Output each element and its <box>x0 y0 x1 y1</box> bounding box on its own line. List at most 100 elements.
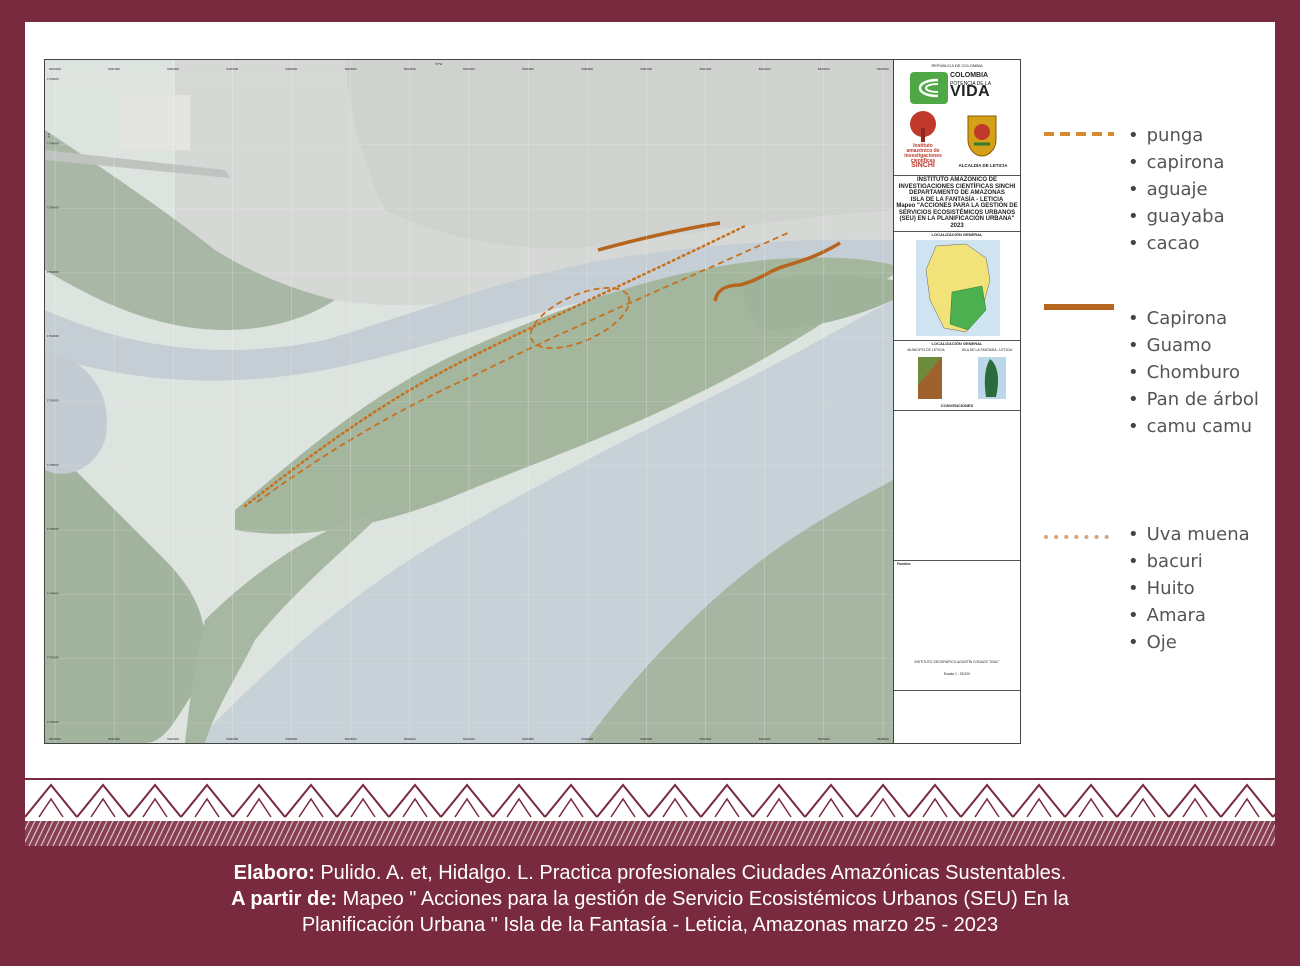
localizacion-general-label: LOCALIZACIÓN GENERAL <box>931 232 983 237</box>
caption: Elaboro: Pulido. A. et, Hidalgo. L. Prac… <box>0 860 1300 938</box>
legend-item: • Uva muena <box>1128 524 1250 545</box>
zigzag-peak <box>25 783 78 818</box>
airport-building <box>120 95 190 150</box>
sources-block: Fuentes: INSTITUTO GEOGRÁFICO AGUSTÍN CO… <box>894 560 1020 691</box>
zigzag-inner-peak <box>714 797 740 818</box>
legend-item: • Capirona <box>1128 308 1228 329</box>
alcaldia-text: ALCALDÍA DE LETICIA <box>958 163 1008 168</box>
sinchi-tree-logo-icon <box>910 111 936 142</box>
zigzag-peak <box>960 783 1014 818</box>
title-line: (SEU) EN LA PLANIFICACIÓN URBANA" <box>899 216 1015 222</box>
zigzag-peak <box>908 783 962 818</box>
instituto-logo-text: Instituto amazónico de investigaciones c… <box>904 143 942 164</box>
zigzag-inner-peak <box>610 797 636 818</box>
zigzag-inner-peak <box>1182 797 1208 818</box>
zigzag-peak <box>596 783 650 818</box>
zigzag-inner-peak <box>974 797 1000 818</box>
map-frame[interactable]: 5320000532000053220005322000532400053240… <box>44 59 894 744</box>
zigzag-peak <box>76 783 130 818</box>
zigzag-peak <box>492 783 546 818</box>
municipio-label: MUNICIPIO DE LETICIA <box>907 348 945 352</box>
sinchi-text: SINCHI <box>911 162 935 169</box>
y-coordinate-label: 1752000 <box>47 334 59 338</box>
local-location-block: LOCALIZACIÓN GENERAL MUNICIPIO DE LETICI… <box>894 340 1020 411</box>
zigzag-inner-peak <box>766 797 792 818</box>
zigzag-inner-peak <box>194 797 220 818</box>
zigzag-inner-peak <box>558 797 584 818</box>
legend-item: • guayaba <box>1128 206 1225 227</box>
zigzag-inner-peak <box>1234 797 1260 818</box>
colombia-potencia-logo-icon <box>910 72 948 104</box>
convenciones-label: CONVENCIONES <box>940 403 974 408</box>
y-coordinate-label: 1754000 <box>47 270 59 274</box>
satellite-map[interactable]: 5320000532000053220005322000532400053240… <box>45 60 893 743</box>
legend-item: • aguaje <box>1128 179 1208 200</box>
zigzag-inner-peak <box>922 797 948 818</box>
zigzag-border <box>25 783 1275 818</box>
zigzag-peak <box>1220 783 1274 818</box>
localizacion-general-2-label: LOCALIZACIÓN GENERAL <box>931 341 983 346</box>
legend-solid-line <box>1044 304 1114 310</box>
legend-item: • Guamo <box>1128 335 1212 356</box>
legend-item: • cacao <box>1128 233 1200 254</box>
y-coordinate-label: 1746000 <box>47 527 59 531</box>
zigzag-inner-peak <box>506 797 532 818</box>
y-coordinate-label: 1744000 <box>47 591 59 595</box>
zigzag-inner-peak <box>818 797 844 818</box>
zigzag-peak <box>1064 783 1118 818</box>
legend-item: • Pan de árbol <box>1128 389 1259 410</box>
caption-line-3: Planificación Urbana " Isla de la Fantas… <box>301 914 999 936</box>
leticia-coat-of-arms-icon <box>967 115 997 157</box>
zigzag-inner-peak <box>870 797 896 818</box>
y-coordinate-label: 1758000 <box>47 141 59 145</box>
zigzag-inner-peak <box>38 797 64 818</box>
zigzag-inner-peak <box>454 797 480 818</box>
legend-item: • bacuri <box>1128 551 1203 572</box>
legend-item: • Amara <box>1128 605 1206 626</box>
caption-line-2: A partir de: Mapeo " Acciones para la ge… <box>231 888 1069 910</box>
zigzag-inner-peak <box>142 797 168 818</box>
zigzag-peak <box>336 783 390 818</box>
title-line: Mapeo "ACCIONES PARA LA GESTIÓN DE <box>896 203 1018 209</box>
municipio-map <box>918 357 942 399</box>
legend-item: • Chomburo <box>1128 362 1240 383</box>
legend-item: • Huito <box>1128 578 1195 599</box>
republic-label: REPÚBLICA DE COLOMBIA <box>931 63 983 68</box>
y-coordinate-label: 1750000 <box>47 399 59 403</box>
zigzag-peak <box>128 783 182 818</box>
zigzag-inner-peak <box>90 797 116 818</box>
zigzag-inner-peak <box>1130 797 1156 818</box>
escala-label: Escala 1 : 25.000 <box>943 672 971 676</box>
legend-item: • punga <box>1128 125 1204 146</box>
legend-dotted-line <box>1044 535 1114 539</box>
zigzag-peak <box>752 783 806 818</box>
isla-label: ISLA DE LA FANTASÍA - LETICIA <box>961 348 1013 352</box>
zigzag-inner-peak <box>246 797 272 818</box>
zigzag-peak <box>284 783 338 818</box>
zigzag-peak <box>1272 812 1275 818</box>
zigzag-peak <box>1116 783 1170 818</box>
credits-block <box>894 690 1020 743</box>
zigzag-peak <box>440 783 494 818</box>
zigzag-inner-peak <box>298 797 324 818</box>
legend-item: • Oje <box>1128 632 1177 653</box>
y-coordinate-label: 1748000 <box>47 463 59 467</box>
zigzag-inner-peak <box>1078 797 1104 818</box>
zigzag-peak <box>232 783 286 818</box>
title-line: DEPARTAMENTO DE AMAZONAS <box>909 190 1005 196</box>
colombia-location-map <box>916 240 1000 336</box>
meridian-label: 70°W <box>435 62 443 66</box>
parallel-label: 4°S <box>47 133 51 138</box>
colombia-vida-text: COLOMBIA POTENCIA DE LA VIDA <box>950 72 992 100</box>
zigzag-peak <box>1012 783 1066 818</box>
instituto-footer-label: INSTITUTO GEOGRÁFICO AGUSTÍN CODAZZI "IG… <box>914 660 1000 664</box>
isla-map <box>978 357 1006 399</box>
caption-line-1: Elaboro: Pulido. A. et, Hidalgo. L. Prac… <box>233 862 1067 884</box>
zigzag-inner-peak <box>662 797 688 818</box>
title-line: 2023 <box>950 222 964 229</box>
legend-item: • camu camu <box>1128 416 1253 437</box>
zigzag-inner-peak <box>402 797 428 818</box>
legend-dashed-line <box>1044 132 1114 136</box>
map-legend: • punga • capirona • aguaje • guayaba • cacao… <box>1040 120 1280 660</box>
zigzag-inner-peak <box>1026 797 1052 818</box>
